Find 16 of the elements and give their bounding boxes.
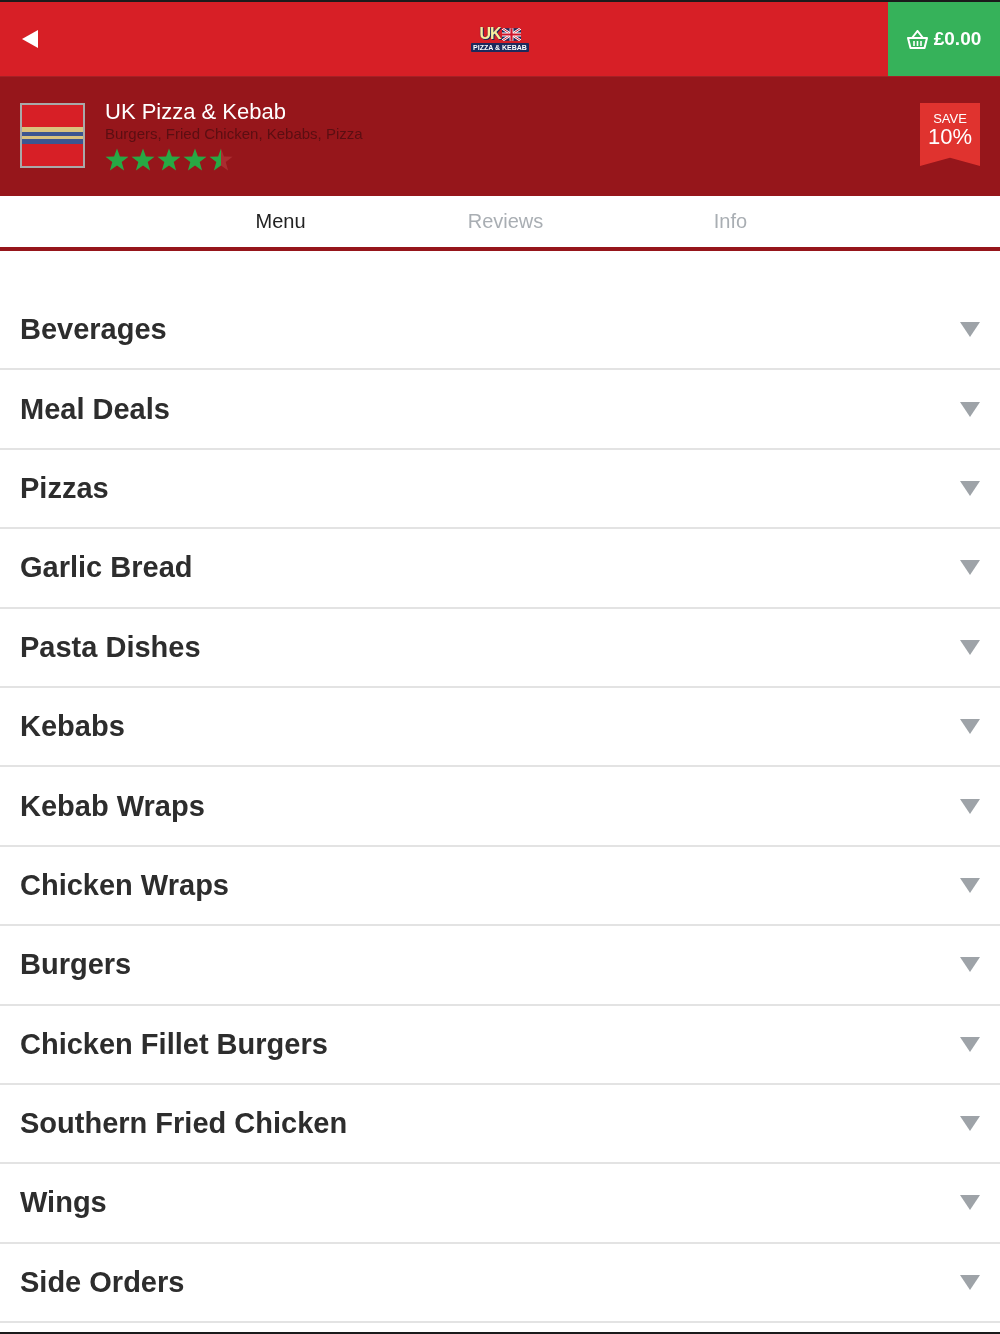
cuisine-list: Burgers, Fried Chicken, Kebabs, Pizza	[105, 124, 363, 144]
star-icon	[131, 148, 155, 172]
discount-value: 10%	[927, 126, 972, 148]
flag-icon	[501, 27, 521, 41]
basket-icon	[906, 29, 928, 49]
restaurant-name: UK Pizza & Kebab	[105, 100, 286, 124]
back-icon	[22, 30, 38, 48]
star-icon	[105, 148, 129, 172]
star-icon	[183, 148, 207, 172]
restaurant-logo-image	[20, 103, 85, 168]
tab[interactable]: Menu	[168, 196, 393, 247]
logo-title: UK	[479, 26, 501, 42]
star-icon	[209, 148, 233, 172]
back-button[interactable]	[22, 30, 38, 48]
discount-label: SAVE	[933, 112, 967, 126]
star-icon	[157, 148, 181, 172]
